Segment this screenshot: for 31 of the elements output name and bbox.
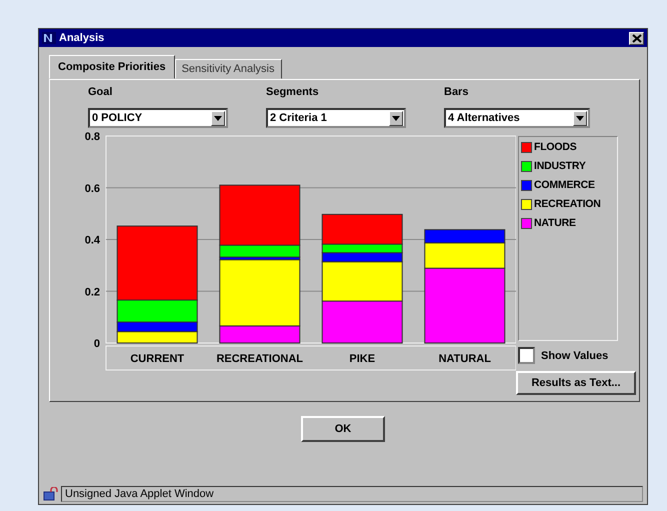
category-label: NATURAL [438, 353, 491, 365]
y-tick-label: 0.8 [84, 132, 100, 143]
results-as-text-button[interactable]: Results as Text... [516, 371, 636, 395]
lock-icon [43, 487, 59, 501]
tab[interactable]: Composite Priorities [49, 55, 175, 79]
dropdown-label: Bars [444, 86, 470, 98]
y-tick-label: 0 [94, 338, 100, 350]
dropdown[interactable]: 0 POLICY [88, 108, 228, 128]
checkbox[interactable] [518, 347, 535, 364]
category-label: PIKE [349, 353, 376, 365]
y-tick-label: 0.2 [84, 286, 100, 298]
status-bar: Unsigned Java Applet Window [61, 486, 643, 502]
legend-label: NATURE [534, 217, 576, 229]
legend-label: FLOODS [534, 141, 577, 153]
checkbox-label: Show Values [541, 350, 608, 362]
window-title: Analysis [59, 32, 106, 44]
legend-label: INDUSTRY [534, 160, 586, 172]
category-label: RECREATIONAL [216, 353, 304, 365]
y-tick-label: 0.4 [84, 234, 100, 246]
category-label: CURRENT [130, 353, 184, 365]
dropdown[interactable]: 2 Criteria 1 [266, 108, 406, 128]
dropdown-label: Goal [88, 86, 114, 98]
y-tick-label: 0.6 [84, 182, 100, 195]
close-button[interactable] [629, 32, 644, 44]
dropdown-label: Segments [266, 86, 320, 98]
legend-label: RECREATION [534, 198, 601, 210]
legend-label: COMMERCE [534, 179, 595, 191]
dropdown[interactable]: 4 Alternatives [444, 108, 590, 128]
tab[interactable]: Sensitivity Analysis [174, 59, 282, 79]
ok-button[interactable]: OK [301, 416, 385, 442]
app-logo-icon [42, 32, 56, 44]
